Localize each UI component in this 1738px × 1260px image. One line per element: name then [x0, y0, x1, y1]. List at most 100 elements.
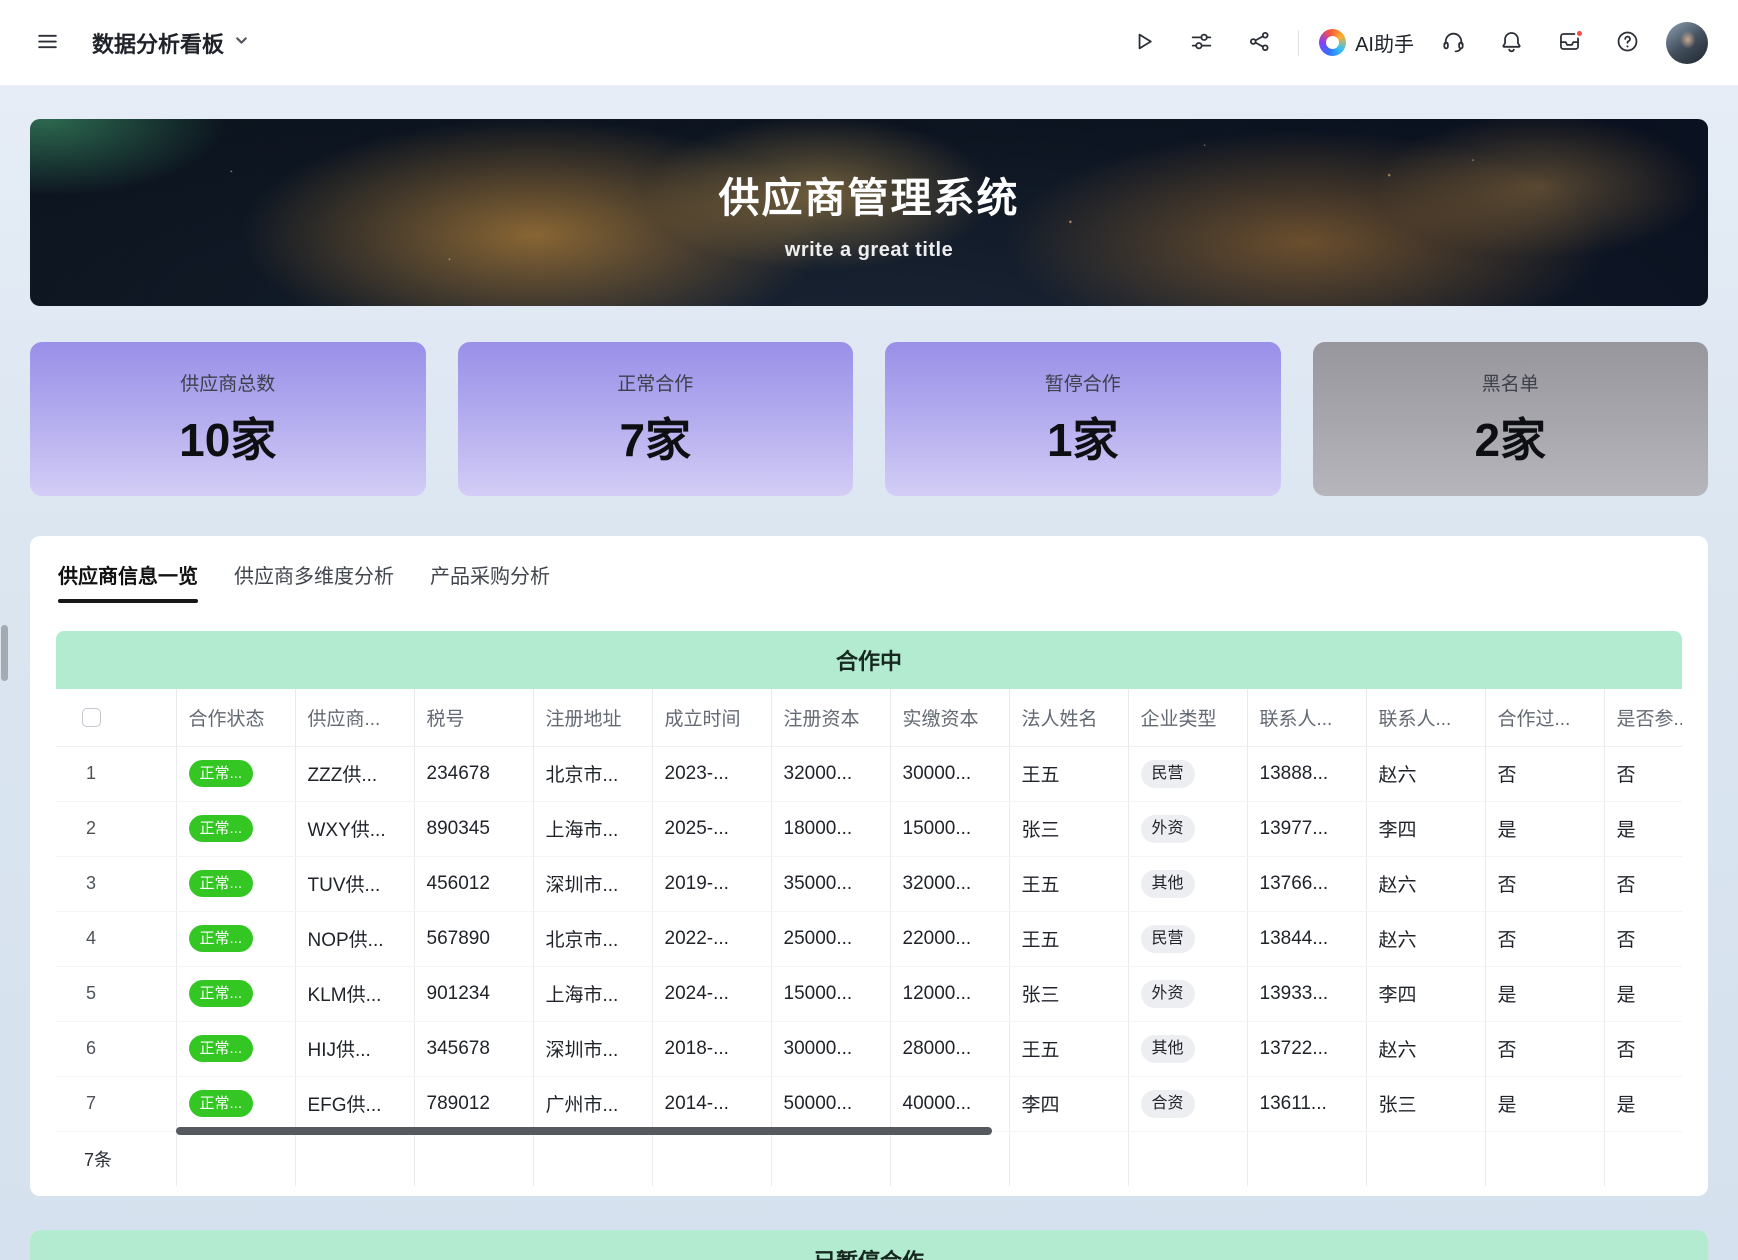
cell-paid-capital: 12000...	[890, 966, 1009, 1021]
stat-value: 10家	[179, 404, 276, 470]
cell-status: 正常...	[176, 966, 295, 1021]
stat-value: 7家	[619, 404, 691, 470]
cell-contact-name: 赵六	[1366, 856, 1485, 911]
cell-founded: 2023-...	[652, 746, 771, 801]
cell-company-type: 合资	[1128, 1076, 1247, 1131]
cell-reg-capital: 50000...	[771, 1076, 890, 1131]
share-button[interactable]	[1240, 24, 1278, 62]
cell-contact-name: 赵六	[1366, 746, 1485, 801]
column-header[interactable]: 税号	[414, 689, 533, 746]
cell-founded: 2019-...	[652, 856, 771, 911]
column-header[interactable]: 注册资本	[771, 689, 890, 746]
ai-assistant-button[interactable]: AI助手	[1319, 28, 1414, 57]
cell-address: 广州市...	[533, 1076, 652, 1131]
topbar-left: 数据分析看板	[28, 24, 250, 62]
row-index: 3	[56, 856, 176, 911]
stat-label: 暂停合作	[1045, 369, 1121, 396]
cell-paid-capital: 28000...	[890, 1021, 1009, 1076]
support-button[interactable]	[1434, 24, 1472, 62]
cell-founded: 2022-...	[652, 911, 771, 966]
cell-founded: 2025-...	[652, 801, 771, 856]
cell-address: 深圳市...	[533, 1021, 652, 1076]
column-header[interactable]: 实缴资本	[890, 689, 1009, 746]
column-header[interactable]: 是否参...	[1604, 689, 1682, 746]
stat-card[interactable]: 暂停合作 1家	[885, 342, 1281, 496]
paused-table-card: 已暂停合作	[30, 1230, 1708, 1260]
stat-label: 正常合作	[617, 369, 693, 396]
ai-assistant-label: AI助手	[1355, 28, 1414, 57]
cell-tax-no: 345678	[414, 1021, 533, 1076]
stat-card[interactable]: 正常合作 7家	[458, 342, 854, 496]
cell-participate: 否	[1604, 856, 1682, 911]
cell-legal-name: 王五	[1009, 911, 1128, 966]
cell-coop: 否	[1485, 1021, 1604, 1076]
cell-reg-capital: 25000...	[771, 911, 890, 966]
column-header[interactable]: 企业类型	[1128, 689, 1247, 746]
cell-status: 正常...	[176, 911, 295, 966]
group-header-cooperating[interactable]: 合作中	[56, 631, 1682, 689]
cell-tax-no: 456012	[414, 856, 533, 911]
page-title: 数据分析看板	[92, 27, 224, 59]
table-row[interactable]: 2 正常... WXY供... 890345 上海市... 2025-... 1…	[56, 801, 1682, 856]
help-button[interactable]	[1608, 24, 1646, 62]
status-badge: 正常...	[189, 815, 254, 842]
horizontal-scrollbar-thumb[interactable]	[176, 1127, 992, 1135]
column-header[interactable]: 供应商...	[295, 689, 414, 746]
user-avatar[interactable]	[1666, 22, 1708, 64]
present-play-button[interactable]	[1124, 24, 1162, 62]
table-row[interactable]: 1 正常... ZZZ供... 234678 北京市... 2023-... 3…	[56, 746, 1682, 801]
stat-card[interactable]: 黑名单 2家	[1313, 342, 1709, 496]
cell-tax-no: 234678	[414, 746, 533, 801]
table-row[interactable]: 4 正常... NOP供... 567890 北京市... 2022-... 2…	[56, 911, 1682, 966]
column-header[interactable]: 联系人...	[1366, 689, 1485, 746]
column-header[interactable]: 合作过...	[1485, 689, 1604, 746]
cell-reg-capital: 18000...	[771, 801, 890, 856]
cell-contact-name: 赵六	[1366, 1021, 1485, 1076]
stat-card[interactable]: 供应商总数 10家	[30, 342, 426, 496]
table-row[interactable]: 5 正常... KLM供... 901234 上海市... 2024-... 1…	[56, 966, 1682, 1021]
notifications-button[interactable]	[1492, 24, 1530, 62]
cell-contact-phone: 13766...	[1247, 856, 1366, 911]
hamburger-menu-button[interactable]	[28, 24, 66, 62]
table-row[interactable]: 3 正常... TUV供... 456012 深圳市... 2019-... 3…	[56, 856, 1682, 911]
column-header[interactable]: 合作状态	[176, 689, 295, 746]
column-header[interactable]: 联系人...	[1247, 689, 1366, 746]
sliders-icon	[1189, 29, 1214, 57]
cell-paid-capital: 30000...	[890, 746, 1009, 801]
cell-participate: 是	[1604, 1076, 1682, 1131]
company-type-badge: 其他	[1141, 870, 1195, 898]
filter-settings-button[interactable]	[1182, 24, 1220, 62]
column-header[interactable]: 法人姓名	[1009, 689, 1128, 746]
row-index: 7	[56, 1076, 176, 1131]
table-row[interactable]: 6 正常... HIJ供... 345678 深圳市... 2018-... 3…	[56, 1021, 1682, 1076]
dashboard-title-menu[interactable]: 数据分析看板	[92, 27, 250, 59]
vertical-scrollbar-thumb[interactable]	[1, 625, 8, 681]
status-badge: 正常...	[189, 870, 254, 897]
notification-dot	[1575, 29, 1584, 38]
cell-paid-capital: 40000...	[890, 1076, 1009, 1131]
cell-company-type: 外资	[1128, 801, 1247, 856]
status-badge: 正常...	[189, 1035, 254, 1062]
company-type-badge: 合资	[1141, 1090, 1195, 1118]
tab[interactable]: 产品采购分析	[430, 560, 550, 603]
cell-supplier: WXY供...	[295, 801, 414, 856]
table-row[interactable]: 7 正常... EFG供... 789012 广州市... 2014-... 5…	[56, 1076, 1682, 1131]
cell-coop: 是	[1485, 966, 1604, 1021]
company-type-badge: 民营	[1141, 760, 1195, 788]
row-index: 1	[56, 746, 176, 801]
cell-tax-no: 901234	[414, 966, 533, 1021]
row-index: 2	[56, 801, 176, 856]
column-header[interactable]: 成立时间	[652, 689, 771, 746]
cooperating-table-card: 合作中 合作状态 供应商...	[56, 631, 1682, 1186]
cell-legal-name: 王五	[1009, 746, 1128, 801]
tab[interactable]: 供应商信息一览	[58, 560, 198, 603]
column-header[interactable]: 注册地址	[533, 689, 652, 746]
cell-contact-name: 李四	[1366, 966, 1485, 1021]
cell-founded: 2018-...	[652, 1021, 771, 1076]
group-header-paused[interactable]: 已暂停合作	[30, 1230, 1708, 1260]
cell-tax-no: 890345	[414, 801, 533, 856]
tab[interactable]: 供应商多维度分析	[234, 560, 394, 603]
record-count: 7条	[56, 1131, 176, 1186]
inbox-button[interactable]	[1550, 24, 1588, 62]
select-all-checkbox[interactable]	[82, 708, 101, 727]
